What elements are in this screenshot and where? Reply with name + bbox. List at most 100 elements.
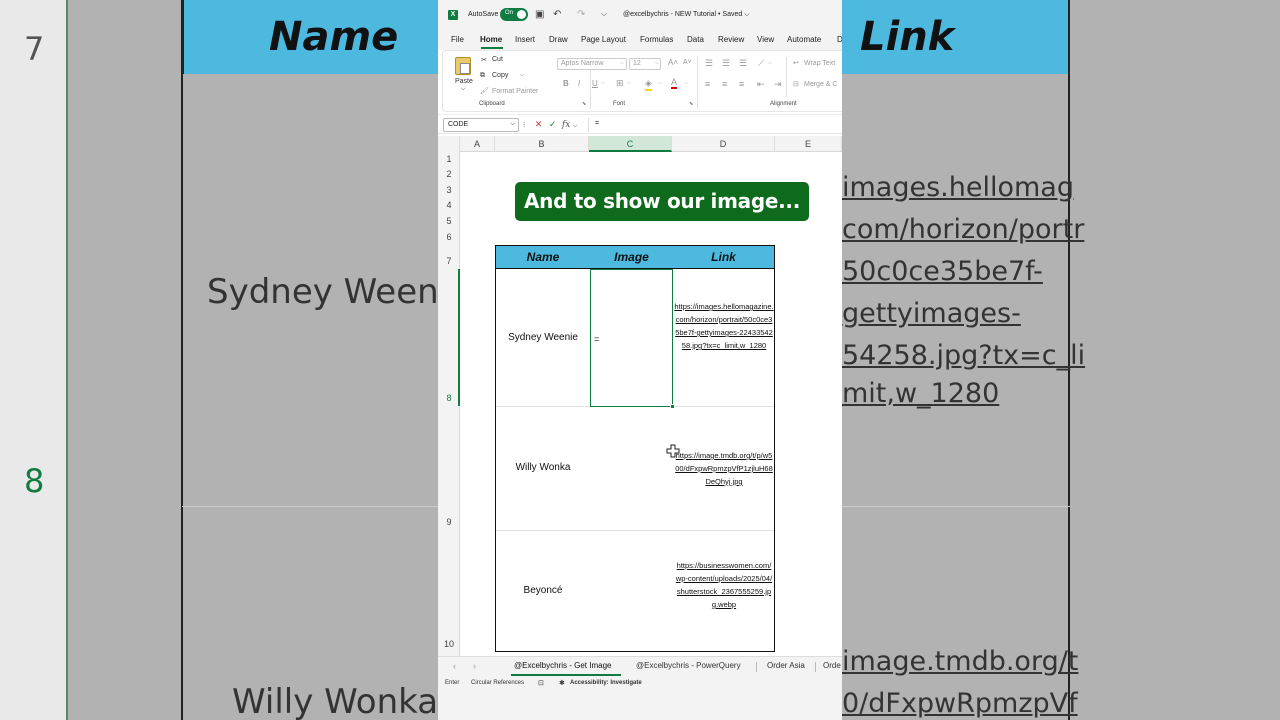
sheet-tab-powerquery[interactable]: @Excelbychris - PowerQuery [636,661,741,670]
header-name[interactable]: Name [496,246,590,269]
sheet-tab-orde[interactable]: Orde [823,661,841,670]
tab-view[interactable]: View [757,35,774,44]
align-bottom-icon[interactable]: ☰ [739,58,747,69]
worksheet-grid[interactable]: And to show our image... Name Image Link… [460,152,842,656]
row-header-7[interactable]: 7 [438,256,460,266]
paste-sheet-icon [460,63,470,74]
tab-review[interactable]: Review [718,35,744,44]
row-header-5[interactable]: 5 [438,216,460,226]
autosave-toggle[interactable]: On [500,8,528,21]
paste-dropdown-icon[interactable]: ⌵ [461,86,466,93]
cell-name[interactable]: Beyoncé [496,585,590,596]
align-top-icon[interactable]: ☰ [705,58,713,69]
cancel-icon[interactable]: ✕ [535,119,543,129]
borders-icon[interactable]: ⊞ [616,78,624,89]
circular-references-status[interactable]: Circular References [471,680,524,686]
tab-insert[interactable]: Insert [515,35,535,44]
font-size-dropdown-icon[interactable]: ⌵ [655,60,659,66]
merge-center-button[interactable]: Merge & C [804,81,837,88]
align-left-icon[interactable]: ≡ [705,79,710,89]
header-link[interactable]: Link [673,246,774,269]
font-launcher-icon[interactable]: ⬊ [689,101,693,107]
background-row-8: 8 [24,462,45,500]
decrease-font-icon[interactable]: A˅ [683,59,692,66]
enter-icon[interactable]: ✓ [549,119,557,129]
tab-home[interactable]: Home [480,35,502,44]
row-header-8[interactable]: 8 [438,393,460,403]
column-header-e[interactable]: E [775,136,842,152]
fill-color-dropdown-icon[interactable]: ⌵ [658,80,662,86]
tab-data[interactable]: Data [687,35,704,44]
sheet-tab-order-asia[interactable]: Order Asia [767,661,805,670]
name-box[interactable]: CODE ⌵ [443,118,519,132]
column-header-c[interactable]: C [589,136,672,152]
cell-name[interactable]: Sydney Weenie [496,332,590,343]
macro-recording-icon[interactable]: ⊡ [538,679,544,687]
tab-automate[interactable]: Automate [787,35,821,44]
row-header-3[interactable]: 3 [438,185,460,195]
active-cell-c8[interactable]: = [590,269,675,409]
tab-formulas[interactable]: Formulas [640,35,673,44]
tab-draw[interactable]: Draw [549,35,568,44]
redo-icon[interactable]: ↷ [577,9,585,20]
orientation-dropdown-icon[interactable]: ⌵ [768,60,772,66]
tab-file[interactable]: File [451,35,464,44]
insert-function-icon[interactable]: fx [562,120,570,130]
row-header-1[interactable]: 1 [438,154,460,164]
font-name-select[interactable]: Aptos Narrow [557,58,627,70]
sheet-tab-get-image[interactable]: @Excelbychris - Get Image [514,661,611,670]
header-image[interactable]: Image [590,246,673,269]
customize-toolbar-icon[interactable]: ⌵ [601,9,607,19]
copy-button[interactable]: Copy [492,72,508,79]
save-icon[interactable]: ▣ [535,9,544,20]
formula-input[interactable]: = [588,118,842,132]
fill-color-icon[interactable]: ◈ [645,78,652,91]
copy-dropdown-icon[interactable]: ⌵ [520,72,524,78]
increase-font-icon[interactable]: A˄ [668,58,678,67]
underline-button[interactable]: U [592,79,598,88]
tab-overflow[interactable]: D [837,35,842,44]
italic-button[interactable]: I [578,79,580,88]
align-middle-icon[interactable]: ☰ [722,58,730,69]
row-header-6[interactable]: 6 [438,232,460,242]
orientation-icon[interactable]: ⟋ [758,58,764,69]
tab-page-layout[interactable]: Page Layout [581,35,626,44]
cell-link[interactable]: https://businesswomen.com/wp-content/upl… [674,559,774,611]
clipboard-launcher-icon[interactable]: ⬊ [582,101,586,107]
column-header-a[interactable]: A [460,136,495,152]
format-painter-button[interactable]: Format Painter [492,88,538,95]
select-all-corner[interactable] [438,136,460,152]
bold-button[interactable]: B [563,79,569,88]
underline-dropdown-icon[interactable]: ⌵ [601,80,605,86]
font-color-icon[interactable]: A [671,77,678,89]
paste-icon[interactable] [455,57,471,75]
row-header-2[interactable]: 2 [438,169,460,179]
undo-icon[interactable]: ↶ [553,9,561,20]
decrease-indent-icon[interactable]: ⇤ [757,79,765,90]
font-color-dropdown-icon[interactable]: ⌵ [684,80,688,86]
cut-button[interactable]: Cut [492,56,503,63]
scroll-tabs-left-icon[interactable]: ‹ [453,661,456,671]
row-header-9[interactable]: 9 [438,517,460,527]
cell-name[interactable]: Willy Wonka [496,462,590,473]
column-header-b[interactable]: B [495,136,589,152]
row-header-10[interactable]: 10 [438,639,460,649]
row-header-4[interactable]: 4 [438,200,460,210]
more-options-icon[interactable]: ⁝ [523,122,525,129]
accessibility-status[interactable]: Accessibility: Investigate [570,680,642,686]
wrap-text-button[interactable]: Wrap Text [804,60,835,67]
borders-dropdown-icon[interactable]: ⌵ [627,80,631,86]
fx-dropdown-icon[interactable]: ⌵ [573,123,578,129]
fill-handle[interactable] [670,404,675,409]
align-right-icon[interactable]: ≡ [739,79,744,89]
cell-link[interactable]: https://image.tmdb.org/t/p/w500/dFxpwRpm… [674,449,774,488]
paste-button[interactable]: Paste [455,78,473,85]
cell-link[interactable]: https://images.hellomagazine.com/horizon… [674,300,774,352]
increase-indent-icon[interactable]: ⇥ [774,79,782,90]
align-center-icon[interactable]: ≡ [722,79,727,89]
document-title[interactable]: @excelbychris - NEW Tutorial • Saved ⌵ [623,11,750,19]
name-box-dropdown-icon[interactable]: ⌵ [510,121,515,128]
font-name-dropdown-icon[interactable]: ⌵ [620,60,624,66]
column-header-d[interactable]: D [672,136,775,152]
scroll-tabs-right-icon[interactable]: › [473,661,476,671]
